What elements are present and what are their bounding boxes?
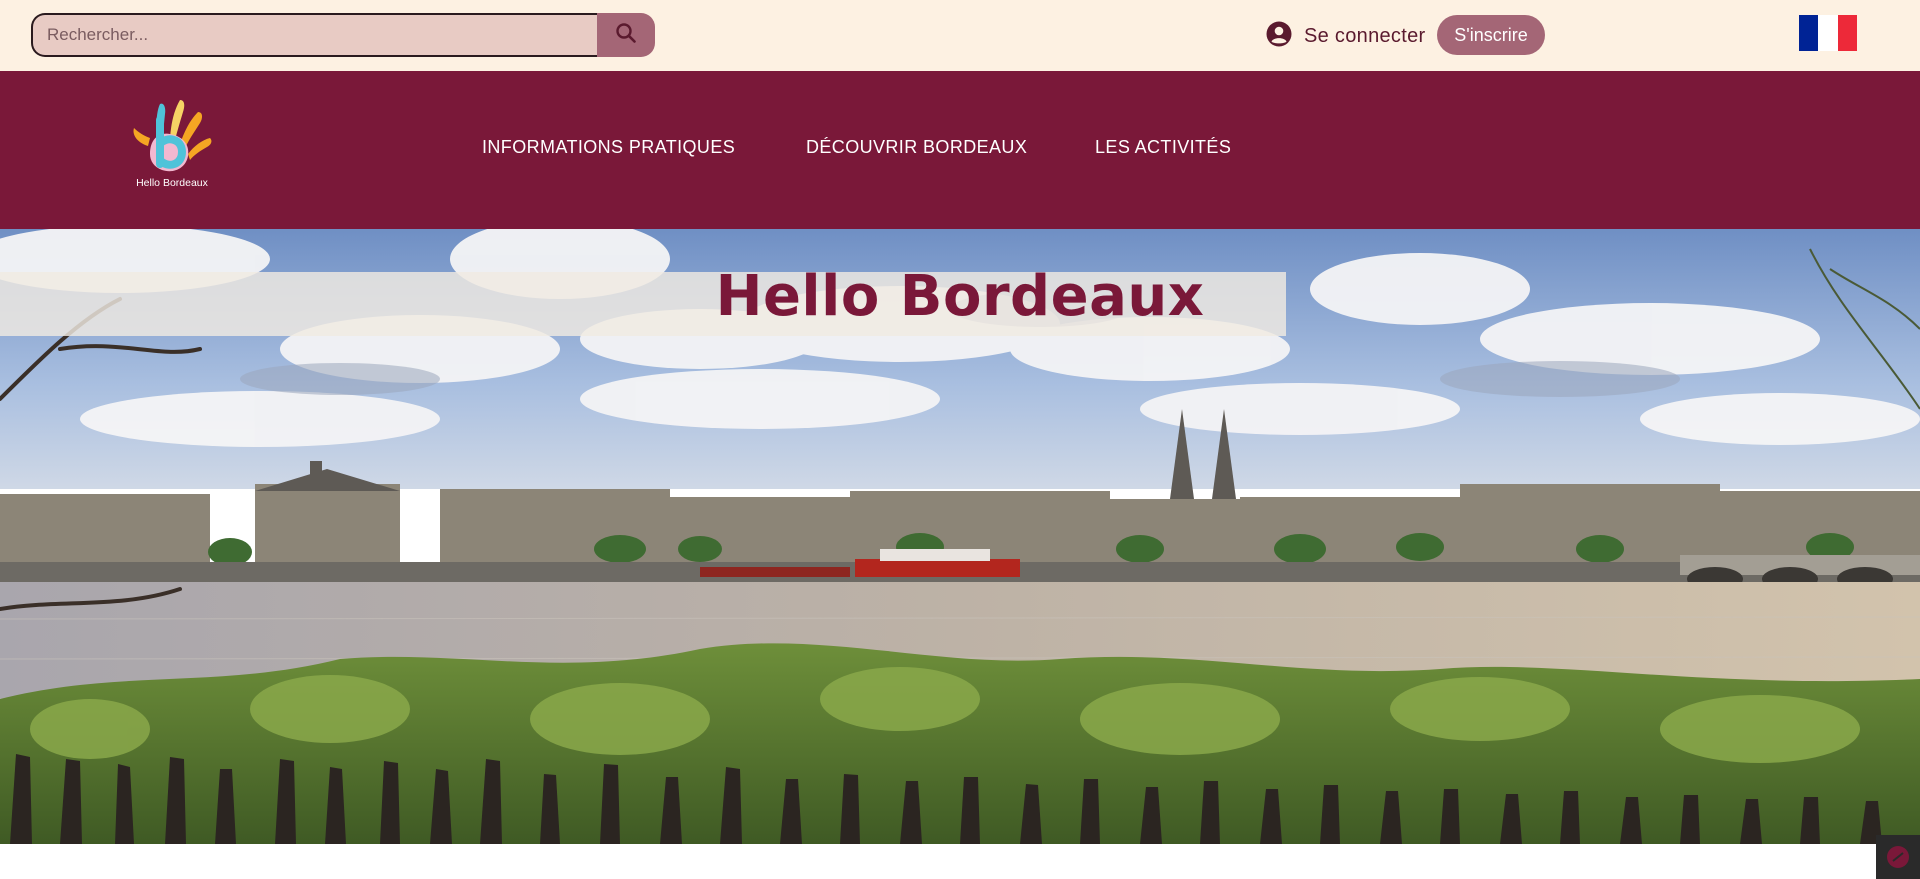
main-navigation: Hello Bordeaux INFORMATIONS PRATIQUES DÉ…: [0, 71, 1920, 229]
hero-title: Hello Bordeaux: [715, 264, 1205, 329]
login-label: Se connecter: [1304, 24, 1426, 47]
nav-item-decouvrir-bordeaux[interactable]: DÉCOUVRIR BORDEAUX: [806, 137, 1027, 158]
hand-logo-icon: [133, 100, 212, 172]
cookie-settings-icon[interactable]: [1876, 835, 1920, 879]
search-bar: [31, 13, 655, 57]
search-icon: [615, 22, 637, 49]
search-input[interactable]: [31, 13, 597, 57]
nav-item-informations-pratiques[interactable]: INFORMATIONS PRATIQUES: [482, 137, 735, 158]
french-flag-icon[interactable]: [1799, 15, 1857, 51]
login-link[interactable]: Se connecter: [1266, 18, 1425, 54]
user-circle-icon: [1266, 21, 1292, 52]
hero-banner: Hello Bordeaux: [0, 229, 1920, 844]
nav-item-les-activites[interactable]: LES ACTIVITÉS: [1095, 137, 1231, 158]
search-button[interactable]: [597, 13, 655, 57]
signup-button[interactable]: S'inscrire: [1437, 15, 1545, 55]
top-bar: Se connecter S'inscrire: [0, 0, 1920, 71]
logo-text: Hello Bordeaux: [136, 177, 208, 189]
site-logo[interactable]: Hello Bordeaux: [130, 98, 214, 194]
